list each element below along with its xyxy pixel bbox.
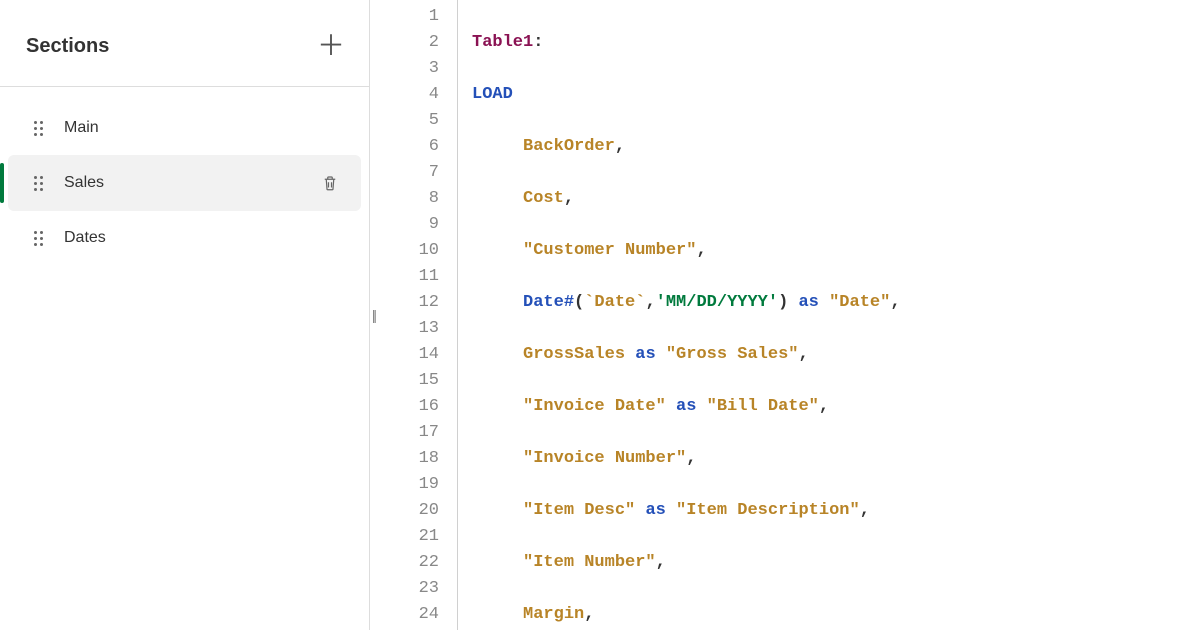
line-number: 20 [370, 498, 439, 524]
line-number: 17 [370, 420, 439, 446]
token-field: "Customer Number" [523, 241, 696, 260]
token-keyword: as [798, 293, 818, 312]
app-root: Sections ＋ Main Sales [0, 0, 1191, 630]
line-number: 23 [370, 576, 439, 602]
line-number: 16 [370, 394, 439, 420]
token-field: GrossSales [523, 345, 625, 364]
line-number: 18 [370, 446, 439, 472]
token-table: Table1 [472, 33, 533, 52]
line-number: 24 [370, 602, 439, 628]
sections-sidebar: Sections ＋ Main Sales [0, 0, 370, 630]
line-number: 14 [370, 342, 439, 368]
token-keyword: as [635, 345, 655, 364]
token-field: "Bill Date" [707, 397, 819, 416]
line-number: 21 [370, 524, 439, 550]
line-number: 13 [370, 316, 439, 342]
line-number: 6 [370, 134, 439, 160]
token-field: "Gross Sales" [666, 345, 799, 364]
token-string: 'MM/DD/YYYY' [656, 293, 778, 312]
drag-handle-icon[interactable] [34, 231, 46, 246]
line-number: 1 [370, 4, 439, 30]
line-number: 7 [370, 160, 439, 186]
section-list: Main Sales [0, 87, 369, 265]
sidebar-item-dates[interactable]: Dates [0, 211, 369, 265]
code-content[interactable]: Table1: LOAD BackOrder, Cost, "Customer … [458, 0, 1191, 630]
token-field: "Invoice Number" [523, 449, 686, 468]
token-field: "Item Number" [523, 553, 656, 572]
line-number: 15 [370, 368, 439, 394]
token-field: "Item Description" [676, 501, 860, 520]
sidebar-item-main[interactable]: Main [0, 101, 369, 155]
sidebar-item-label: Sales [64, 174, 303, 192]
token-keyword: as [676, 397, 696, 416]
line-number: 3 [370, 56, 439, 82]
line-number: 19 [370, 472, 439, 498]
line-number: 5 [370, 108, 439, 134]
token-field: Cost [523, 189, 564, 208]
sidebar-item-label: Main [64, 119, 347, 137]
line-number: 4 [370, 82, 439, 108]
line-number: 9 [370, 212, 439, 238]
line-number: 10 [370, 238, 439, 264]
sidebar-item-sales[interactable]: Sales [8, 155, 361, 211]
sidebar-header: Sections ＋ [0, 0, 369, 87]
token-field: "Date" [829, 293, 890, 312]
token-field: "Invoice Date" [523, 397, 666, 416]
token-keyword: LOAD [472, 85, 513, 104]
pane-splitter[interactable]: || [372, 307, 375, 323]
drag-handle-icon[interactable] [34, 121, 46, 136]
drag-handle-icon[interactable] [34, 176, 46, 191]
token-field: `Date` [584, 293, 645, 312]
token-keyword: as [645, 501, 665, 520]
delete-section-button[interactable] [321, 173, 339, 193]
line-number: 8 [370, 186, 439, 212]
sidebar-title: Sections [26, 35, 109, 58]
token-field: Margin [523, 605, 584, 624]
line-number: 22 [370, 550, 439, 576]
token-function: Date# [523, 293, 574, 312]
token-field: BackOrder [523, 137, 615, 156]
line-number: 11 [370, 264, 439, 290]
add-section-button[interactable]: ＋ [317, 32, 345, 60]
token-field: "Item Desc" [523, 501, 635, 520]
line-number: 2 [370, 30, 439, 56]
line-number: 12 [370, 290, 439, 316]
trash-icon [321, 173, 339, 193]
sidebar-item-label: Dates [64, 229, 347, 247]
code-editor[interactable]: 123456789101112131415161718192021222324 … [370, 0, 1191, 630]
line-number-gutter: 123456789101112131415161718192021222324 [370, 0, 458, 630]
